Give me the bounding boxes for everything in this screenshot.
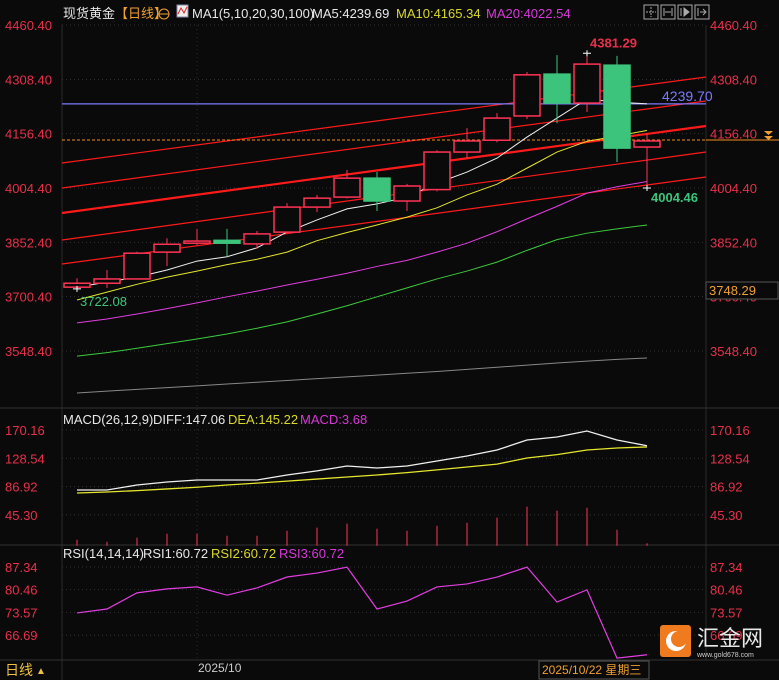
- candle-down: [363, 177, 391, 202]
- candle-up: [153, 243, 181, 253]
- macd-tick-right: 170.16: [710, 423, 750, 438]
- month-tick: 2025/10: [198, 661, 242, 675]
- rsi-tick-left: 80.46: [5, 583, 38, 598]
- candle-down: [213, 239, 241, 244]
- rsi3-value: RSI3:60.72: [279, 546, 344, 561]
- gold-daily-chart[interactable]: 现货黄金 【日线】 MA1(5,10,20,30,100) MA5:4239.6…: [0, 0, 779, 680]
- ma10-value: MA10:4165.34: [396, 6, 481, 21]
- price-tick-left: 4156.40: [5, 127, 52, 142]
- macd-dea: DEA:145.22: [228, 412, 298, 427]
- price-tick-right: 4460.40: [710, 18, 757, 33]
- price-tick-right: 4308.40: [710, 72, 757, 87]
- candle-up: [303, 197, 331, 208]
- macd-tick-left: 170.16: [5, 423, 45, 438]
- candle-up: [243, 233, 271, 245]
- high-price-label: 4381.29: [590, 35, 637, 50]
- rsi-tick-right: 73.57: [710, 605, 743, 620]
- price-tick-left: 4004.40: [5, 181, 52, 196]
- ma20-value: MA20:4022.54: [486, 6, 571, 21]
- price-tick-left: 4460.40: [5, 18, 52, 33]
- price-tick-left: 3548.40: [5, 344, 52, 359]
- cursor-date: 2025/10/22 星期三: [542, 663, 641, 677]
- price-tick-left: 3852.40: [5, 235, 52, 250]
- chart-header: 现货黄金 【日线】 MA1(5,10,20,30,100) MA5:4239.6…: [63, 4, 571, 21]
- candle-up: [633, 140, 661, 148]
- macd-tick-left: 45.30: [5, 508, 38, 523]
- cursor-price-box: 3748.29: [705, 281, 779, 300]
- ma5-value: MA5:4239.69: [312, 6, 389, 21]
- candle-up: [123, 252, 151, 280]
- price-tick-right: 3548.40: [710, 344, 757, 359]
- rsi-legend: RSI(14,14,14) RSI1:60.72 RSI2:60.72 RSI3…: [63, 546, 344, 561]
- candle-up: [393, 185, 421, 202]
- candle-up: [333, 177, 361, 198]
- macd-tick-left: 128.54: [5, 451, 45, 466]
- first-low-label: 3722.08: [80, 294, 127, 309]
- macd-tick-left: 86.92: [5, 480, 38, 495]
- macd-tick-right: 45.30: [710, 508, 743, 523]
- rsi-params: RSI(14,14,14): [63, 546, 144, 561]
- rsi1-value: RSI1:60.72: [143, 546, 208, 561]
- price-tick-left: 3700.40: [5, 290, 52, 305]
- rsi-tick-right: 87.34: [710, 560, 743, 575]
- rsi-tick-left: 87.34: [5, 560, 38, 575]
- cursor-price: 3748.29: [709, 283, 756, 298]
- price-tick-right: 4156.40: [710, 127, 757, 142]
- candle-up: [483, 117, 511, 141]
- rsi-tick-left: 66.69: [5, 628, 38, 643]
- macd-value: MACD:3.68: [300, 412, 367, 427]
- candle-up: [183, 240, 211, 244]
- watermark-brand: 汇金网: [697, 626, 763, 651]
- candle-up: [273, 206, 301, 233]
- hline-price-label: 4239.70: [662, 88, 713, 104]
- period-selector[interactable]: 日线: [5, 662, 33, 678]
- price-tick-right: 3852.40: [710, 235, 757, 250]
- candle-up: [573, 63, 601, 104]
- candle-up: [423, 151, 451, 191]
- rsi-tick-right: 80.46: [710, 583, 743, 598]
- macd-tick-right: 86.92: [710, 480, 743, 495]
- candle-down: [543, 73, 571, 104]
- macd-diff: DIFF:147.06: [153, 412, 225, 427]
- candle-up: [93, 278, 121, 284]
- macd-legend: MACD(26,12,9) DIFF:147.06 DEA:145.22 MAC…: [63, 412, 367, 427]
- price-tick-left: 4308.40: [5, 72, 52, 87]
- period-arrow-icon[interactable]: ▲: [36, 666, 46, 677]
- symbol-name: 现货黄金: [63, 6, 115, 21]
- watermark-logo: 汇金网 www.gold678.com: [660, 625, 763, 659]
- indicator-chart-icon[interactable]: [176, 4, 189, 18]
- ma-params: MA1(5,10,20,30,100): [192, 6, 314, 21]
- watermark-url: www.gold678.com: [696, 652, 754, 659]
- macd-params: MACD(26,12,9): [63, 412, 153, 427]
- macd-tick-right: 128.54: [710, 451, 750, 466]
- candle-up: [453, 140, 481, 153]
- rsi2-value: RSI2:60.72: [211, 546, 276, 561]
- candle-down: [603, 64, 631, 149]
- low-price-label: 4004.46: [651, 190, 698, 205]
- price-tick-right: 4004.40: [710, 181, 757, 196]
- rsi-tick-left: 73.57: [5, 605, 38, 620]
- candle-up: [513, 74, 541, 117]
